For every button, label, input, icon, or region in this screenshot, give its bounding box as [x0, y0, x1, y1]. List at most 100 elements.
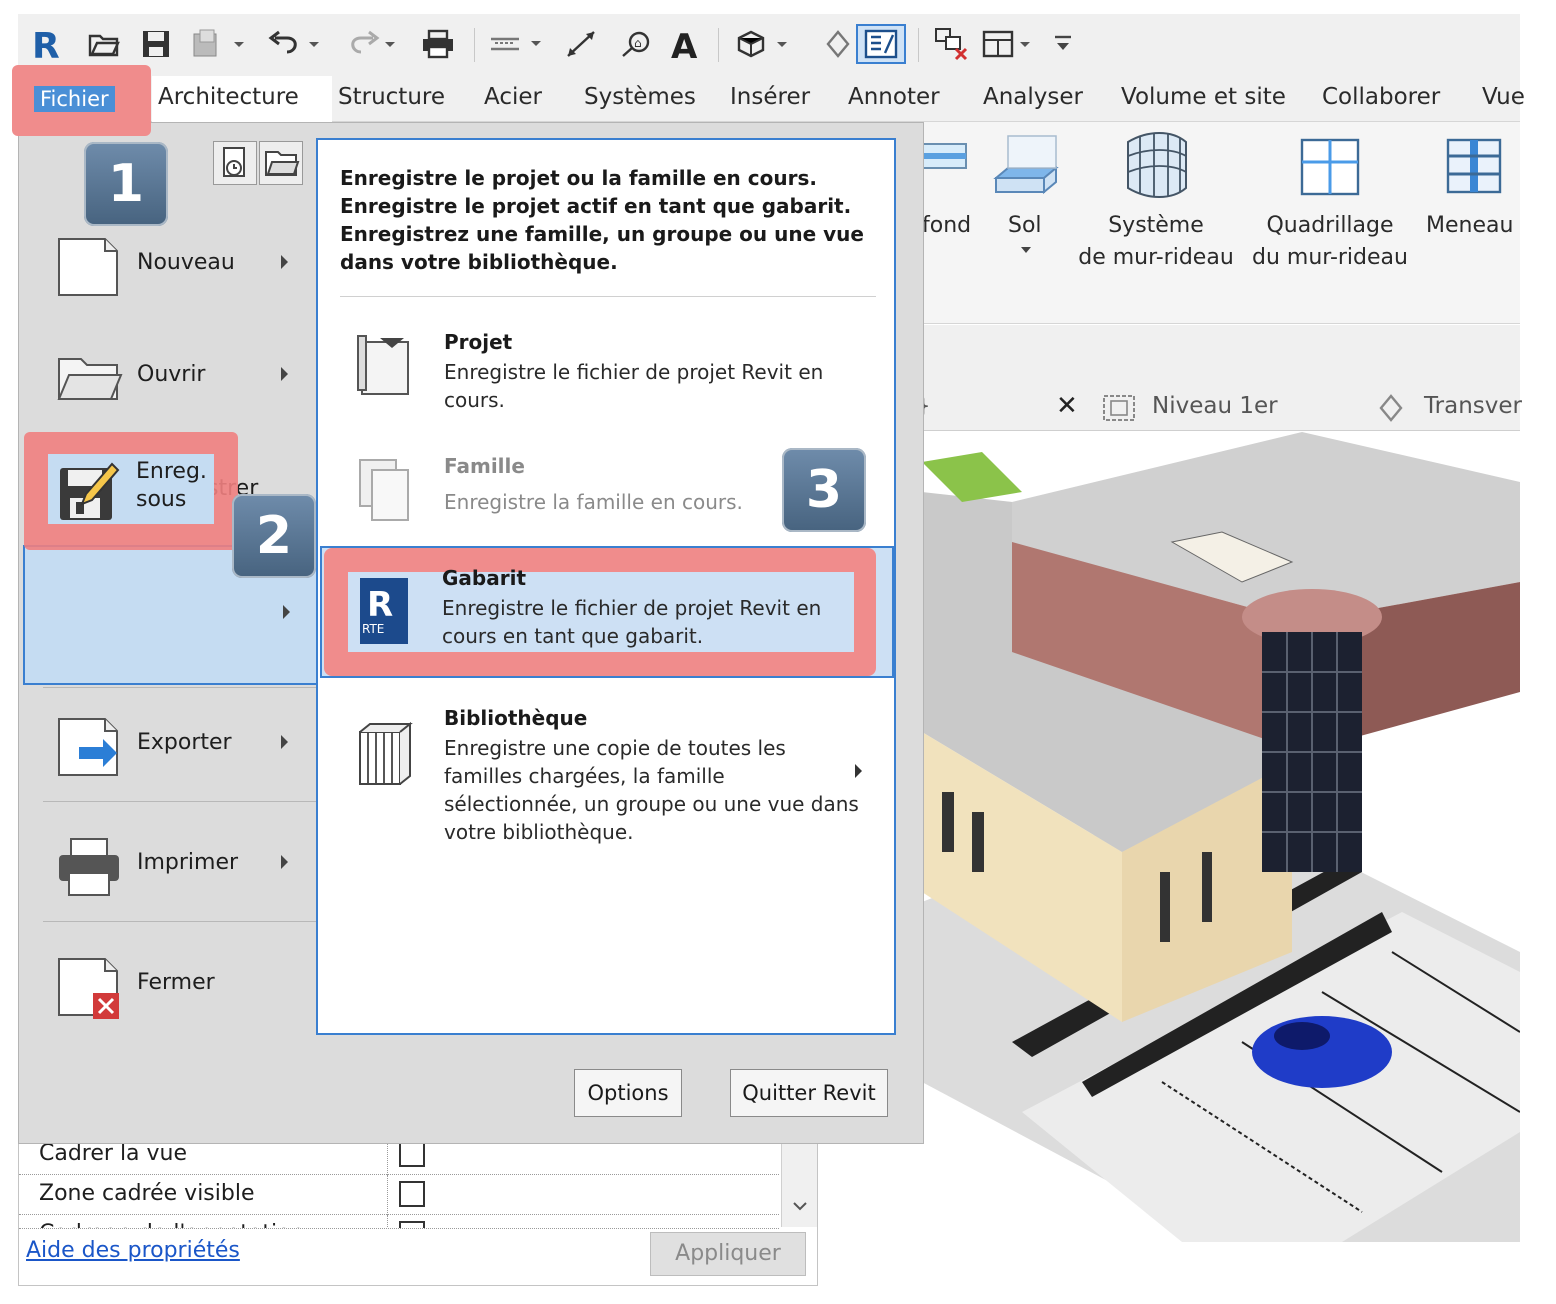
- template-rte-icon: R: [360, 578, 408, 644]
- tab-inserer[interactable]: Insérer: [730, 84, 810, 110]
- switch-windows-icon[interactable]: [978, 24, 1044, 64]
- tab-architecture[interactable]: Architecture: [158, 84, 299, 110]
- menu-item-fermer[interactable]: Fermer: [19, 927, 323, 1037]
- building-model-render: [922, 432, 1520, 1242]
- tab-vue[interactable]: Vue: [1482, 84, 1525, 110]
- tab-annoter[interactable]: Annoter: [848, 84, 940, 110]
- sync-central-icon[interactable]: [188, 24, 254, 64]
- menu-item-imprimer[interactable]: Imprimer: [19, 807, 323, 917]
- text-icon[interactable]: A: [666, 24, 706, 64]
- tab-systemes[interactable]: Systèmes: [584, 84, 696, 110]
- step-badge-1: 1: [84, 142, 168, 226]
- redo-icon[interactable]: [338, 24, 410, 64]
- option-title: Bibliothèque: [444, 706, 588, 730]
- project-file-icon: [357, 335, 409, 395]
- svg-text:R: R: [32, 26, 60, 64]
- curtain-system-icon[interactable]: [1122, 130, 1192, 202]
- ribbon-fond-label[interactable]: fond: [922, 210, 971, 242]
- scroll-down-icon[interactable]: [792, 1201, 808, 1211]
- option-title: Famille: [444, 454, 525, 478]
- curtain-grid-line1: Quadrillage: [1266, 213, 1394, 238]
- property-checkbox[interactable]: [399, 1141, 425, 1167]
- ribbon-sol-label[interactable]: Sol: [1008, 210, 1042, 242]
- save-as-projet[interactable]: Projet Enregistre le fichier de projet R…: [320, 320, 892, 420]
- ribbon-curtain-grid-label[interactable]: Quadrillage du mur-rideau: [1248, 210, 1412, 274]
- aligned-dimension-icon[interactable]: [560, 24, 604, 64]
- undo-icon[interactable]: [262, 24, 334, 64]
- measure-icon[interactable]: [484, 24, 556, 64]
- properties-scrollbar[interactable]: [781, 1141, 817, 1227]
- library-icon: [359, 721, 413, 785]
- option-description: Enregistre une copie de toutes les famil…: [444, 736, 859, 844]
- mullion-icon[interactable]: [1446, 138, 1504, 196]
- options-button[interactable]: Options: [574, 1069, 682, 1117]
- ceiling-icon: [921, 136, 968, 182]
- save-icon[interactable]: [136, 24, 176, 64]
- tab-acier[interactable]: Acier: [484, 84, 542, 110]
- thin-lines-icon[interactable]: [856, 24, 906, 64]
- save-as-bibliotheque[interactable]: Bibliothèque Enregistre une copie de tou…: [320, 694, 892, 864]
- close-document-icon: [58, 958, 119, 1019]
- tab-collaborer[interactable]: Collaborer: [1322, 84, 1440, 110]
- menu-label: Ouvrir: [137, 362, 206, 387]
- tab-analyser[interactable]: Analyser: [983, 84, 1083, 110]
- option-title: Projet: [444, 330, 513, 354]
- property-checkbox[interactable]: [399, 1221, 425, 1228]
- property-row: Zone cadrée visible: [19, 1175, 779, 1215]
- 3d-view-canvas[interactable]: [922, 432, 1520, 1242]
- ribbon-meneau-label[interactable]: Meneau: [1426, 210, 1513, 242]
- customize-toolbar-icon[interactable]: [1048, 24, 1078, 64]
- open-folder-icon[interactable]: [84, 24, 124, 64]
- template-icon-text: RTE: [362, 622, 385, 636]
- submenu-arrow-icon: [281, 735, 288, 749]
- view-tab-transver[interactable]: Transver: [1424, 393, 1522, 419]
- save-as-description: Enregistre le projet ou la famille en co…: [340, 166, 864, 274]
- option-description: Enregistre le fichier de projet Revit en…: [442, 596, 822, 648]
- save-as-gabarit[interactable]: R RTE Gabarit Enregistre le fichier de p…: [324, 548, 876, 676]
- close-hidden-windows-icon[interactable]: [930, 24, 974, 64]
- open-documents-icon[interactable]: [259, 141, 303, 185]
- submenu-arrow-icon: [281, 255, 288, 269]
- option-title: Gabarit: [442, 566, 527, 590]
- sol-dropdown-icon[interactable]: [1020, 246, 1032, 254]
- default-3d-view-icon[interactable]: [730, 24, 802, 64]
- tab-fichier[interactable]: Fichier: [12, 65, 151, 136]
- step-badge-2: 2: [232, 494, 316, 578]
- view-tab-niveau[interactable]: Niveau 1er: [1152, 393, 1278, 419]
- enreg-sous-label: Enreg. sous: [136, 459, 207, 512]
- enreg-sous-highlight[interactable]: Enreg. sous: [24, 432, 238, 550]
- menu-item-ouvrir[interactable]: Ouvrir: [19, 319, 323, 429]
- svg-text:R: R: [367, 585, 393, 625]
- close-view-icon[interactable]: ✕: [1056, 391, 1078, 421]
- tab-structure[interactable]: Structure: [338, 84, 445, 110]
- tab-volume-et-site[interactable]: Volume et site: [1121, 84, 1286, 110]
- svg-text:A: A: [671, 27, 698, 62]
- property-label: Zone cadrée visible: [39, 1181, 255, 1206]
- tab-fichier-label: Fichier: [34, 86, 115, 112]
- curtain-grid-icon[interactable]: [1300, 138, 1360, 196]
- svg-text:⌂: ⌂: [634, 36, 642, 50]
- section-icon[interactable]: [818, 24, 858, 64]
- save-as-icon: [60, 462, 120, 520]
- tag-icon[interactable]: ⌂: [614, 24, 658, 64]
- ribbon-tabs: Architecture Structure Acier Systèmes In…: [18, 76, 1525, 122]
- recent-documents-icon[interactable]: [213, 141, 257, 185]
- properties-help-link[interactable]: Aide des propriétés: [26, 1238, 240, 1263]
- apply-button[interactable]: Appliquer: [650, 1232, 806, 1276]
- menu-item-exporter[interactable]: Exporter: [19, 687, 323, 797]
- property-row: Cadrage de l'annotation: [19, 1215, 779, 1229]
- quit-revit-button[interactable]: Quitter Revit: [730, 1069, 888, 1117]
- menu-label: Exporter: [137, 730, 232, 755]
- menu-item-nouveau[interactable]: Nouveau: [19, 207, 323, 317]
- revit-logo-icon[interactable]: R: [26, 24, 66, 64]
- submenu-arrow-icon: [281, 855, 288, 869]
- property-label: Cadrage de l'annotation: [39, 1221, 305, 1228]
- property-checkbox[interactable]: [399, 1181, 425, 1207]
- gabarit-inner: R RTE Gabarit Enregistre le fichier de p…: [348, 566, 854, 652]
- export-icon: [58, 718, 118, 776]
- curtain-system-line2: de mur-rideau: [1078, 245, 1234, 270]
- print-icon[interactable]: [418, 24, 458, 64]
- enreg-sous-inner: Enreg. sous: [48, 454, 214, 524]
- floor-icon[interactable]: [992, 132, 1060, 202]
- ribbon-curtain-system-label[interactable]: Système de mur-rideau: [1074, 210, 1238, 274]
